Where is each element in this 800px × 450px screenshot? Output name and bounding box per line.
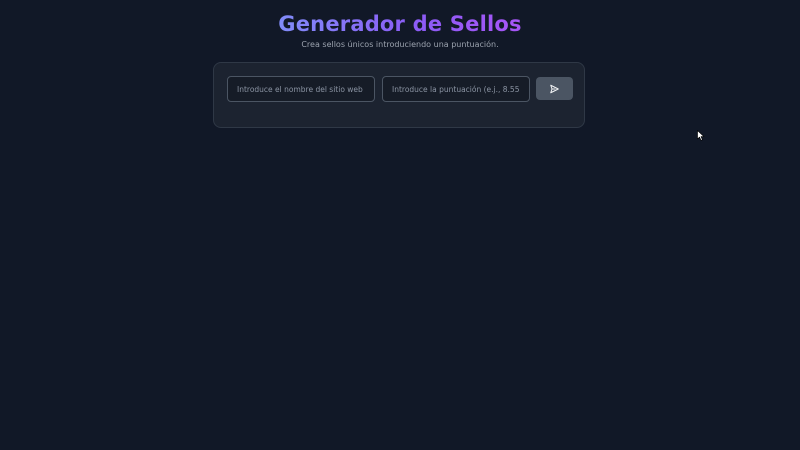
stamp-form-card — [213, 62, 585, 128]
page-title: Generador de Sellos — [278, 12, 522, 36]
mouse-cursor-icon — [697, 130, 705, 141]
score-input[interactable] — [382, 76, 530, 102]
page-subtitle: Crea sellos únicos introduciendo una pun… — [301, 40, 499, 49]
submit-button[interactable] — [536, 77, 573, 100]
page-header: Generador de Sellos Crea sellos únicos i… — [0, 10, 800, 51]
site-name-input[interactable] — [227, 76, 375, 102]
send-icon — [550, 84, 559, 93]
